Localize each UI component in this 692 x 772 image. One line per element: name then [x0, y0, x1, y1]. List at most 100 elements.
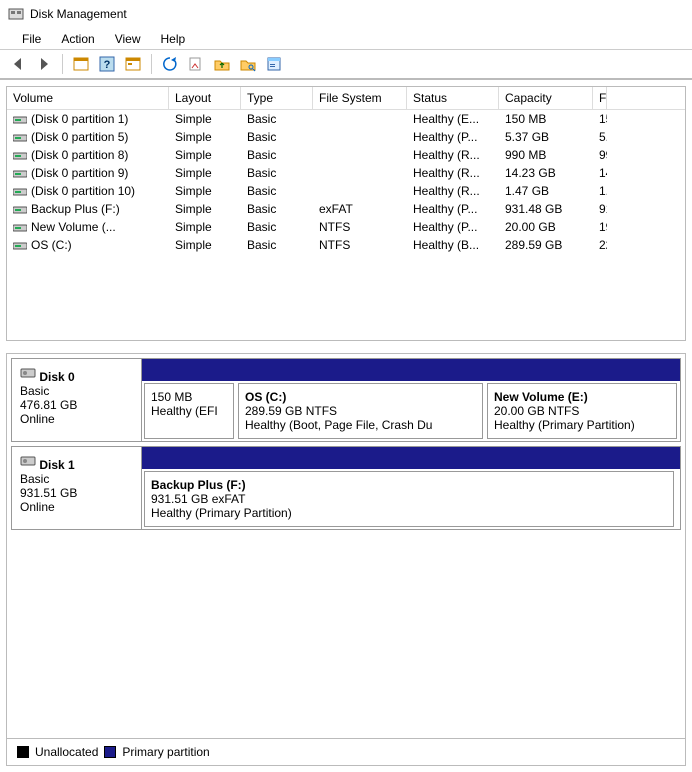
col-header-volume[interactable]: Volume [7, 87, 169, 109]
volume-fs [313, 146, 407, 164]
volume-type: Basic [241, 146, 313, 164]
volume-layout: Simple [169, 110, 241, 128]
partition[interactable]: Backup Plus (F:)931.51 GB exFATHealthy (… [144, 471, 674, 527]
disk-size: 476.81 GB [20, 398, 133, 412]
volume-name: (Disk 0 partition 1) [31, 112, 128, 126]
volume-row[interactable]: (Disk 0 partition 5)SimpleBasicHealthy (… [7, 128, 685, 146]
volume-capacity: 20.00 GB [499, 218, 593, 236]
volume-free: 15 [593, 110, 607, 128]
col-header-type[interactable]: Type [241, 87, 313, 109]
volume-name: (Disk 0 partition 5) [31, 130, 128, 144]
volume-fs [313, 182, 407, 200]
volume-fs: NTFS [313, 236, 407, 254]
volume-type: Basic [241, 200, 313, 218]
menu-action[interactable]: Action [51, 30, 104, 48]
volume-name: (Disk 0 partition 8) [31, 148, 128, 162]
volume-status: Healthy (P... [407, 200, 499, 218]
toolbar-panel2-icon[interactable] [121, 52, 145, 76]
partition-status: Healthy (Primary Partition) [151, 506, 667, 520]
volume-row[interactable]: New Volume (...SimpleBasicNTFSHealthy (P… [7, 218, 685, 236]
col-header-fs[interactable]: File System [313, 87, 407, 109]
volume-list: Volume Layout Type File System Status Ca… [6, 86, 686, 341]
volume-capacity: 1.47 GB [499, 182, 593, 200]
partition-status: Healthy (Boot, Page File, Crash Du [245, 418, 476, 432]
volume-capacity: 5.37 GB [499, 128, 593, 146]
col-header-cap[interactable]: Capacity [499, 87, 593, 109]
disk-name: Disk 1 [39, 458, 74, 472]
volume-free: 99 [593, 146, 607, 164]
disk-status: Online [20, 412, 133, 426]
volume-status: Healthy (B... [407, 236, 499, 254]
volume-type: Basic [241, 182, 313, 200]
volume-fs [313, 128, 407, 146]
volume-status: Healthy (P... [407, 218, 499, 236]
disk-type: Basic [20, 472, 133, 486]
partition-title: New Volume (E:) [494, 390, 670, 404]
menu-file[interactable]: File [12, 30, 51, 48]
menubar: File Action View Help [0, 28, 692, 50]
volume-row[interactable]: Backup Plus (F:)SimpleBasicexFATHealthy … [7, 200, 685, 218]
volume-capacity: 14.23 GB [499, 164, 593, 182]
properties-icon[interactable] [262, 52, 286, 76]
col-header-free[interactable]: F [593, 87, 607, 109]
disk-name: Disk 0 [39, 370, 74, 384]
volume-layout: Simple [169, 182, 241, 200]
partition-bar [142, 359, 680, 381]
volume-fs: NTFS [313, 218, 407, 236]
volume-layout: Simple [169, 164, 241, 182]
col-header-status[interactable]: Status [407, 87, 499, 109]
volume-capacity: 289.59 GB [499, 236, 593, 254]
volume-row[interactable]: OS (C:)SimpleBasicNTFSHealthy (B...289.5… [7, 236, 685, 254]
partition[interactable]: New Volume (E:)20.00 GB NTFSHealthy (Pri… [487, 383, 677, 439]
legend-primary: Primary partition [122, 745, 209, 759]
partition[interactable]: OS (C:)289.59 GB NTFSHealthy (Boot, Page… [238, 383, 483, 439]
volume-icon [13, 241, 27, 251]
volume-free: 5. [593, 128, 607, 146]
folder-up-icon[interactable] [210, 52, 234, 76]
refresh-icon[interactable] [158, 52, 182, 76]
back-button[interactable] [6, 52, 30, 76]
volume-type: Basic [241, 110, 313, 128]
rescan-icon[interactable] [184, 52, 208, 76]
volume-list-header: Volume Layout Type File System Status Ca… [7, 87, 685, 110]
disk-info[interactable]: Disk 0Basic476.81 GBOnline [12, 359, 142, 441]
titlebar: Disk Management [0, 0, 692, 28]
volume-status: Healthy (R... [407, 164, 499, 182]
partition-status: Healthy (EFI [151, 404, 227, 418]
disk-type: Basic [20, 384, 133, 398]
legend: Unallocated Primary partition [7, 738, 685, 765]
partition[interactable]: 150 MBHealthy (EFI [144, 383, 234, 439]
volume-fs [313, 110, 407, 128]
volume-row[interactable]: (Disk 0 partition 10)SimpleBasicHealthy … [7, 182, 685, 200]
volume-icon [13, 151, 27, 161]
volume-capacity: 990 MB [499, 146, 593, 164]
volume-icon [13, 115, 27, 125]
volume-fs: exFAT [313, 200, 407, 218]
volume-row[interactable]: (Disk 0 partition 8)SimpleBasicHealthy (… [7, 146, 685, 164]
volume-free: 91 [593, 200, 607, 218]
folder-search-icon[interactable] [236, 52, 260, 76]
volume-layout: Simple [169, 128, 241, 146]
volume-name: OS (C:) [31, 238, 72, 252]
help-icon[interactable]: ? [95, 52, 119, 76]
volume-free: 14 [593, 164, 607, 182]
volume-free: 22 [593, 236, 607, 254]
toolbar-panel-icon[interactable] [69, 52, 93, 76]
partition-status: Healthy (Primary Partition) [494, 418, 670, 432]
volume-name: (Disk 0 partition 10) [31, 184, 135, 198]
volume-row[interactable]: (Disk 0 partition 9)SimpleBasicHealthy (… [7, 164, 685, 182]
volume-name: Backup Plus (F:) [31, 202, 120, 216]
disk-map: Disk 0Basic476.81 GBOnline150 MBHealthy … [6, 353, 686, 766]
disk-info[interactable]: Disk 1Basic931.51 GBOnline [12, 447, 142, 529]
volume-type: Basic [241, 218, 313, 236]
disk-icon [20, 370, 36, 384]
volume-type: Basic [241, 236, 313, 254]
volume-capacity: 931.48 GB [499, 200, 593, 218]
col-header-layout[interactable]: Layout [169, 87, 241, 109]
menu-help[interactable]: Help [151, 30, 196, 48]
toolbar: ? [0, 50, 692, 80]
volume-row[interactable]: (Disk 0 partition 1)SimpleBasicHealthy (… [7, 110, 685, 128]
menu-view[interactable]: View [105, 30, 151, 48]
forward-button[interactable] [32, 52, 56, 76]
volume-icon [13, 205, 27, 215]
